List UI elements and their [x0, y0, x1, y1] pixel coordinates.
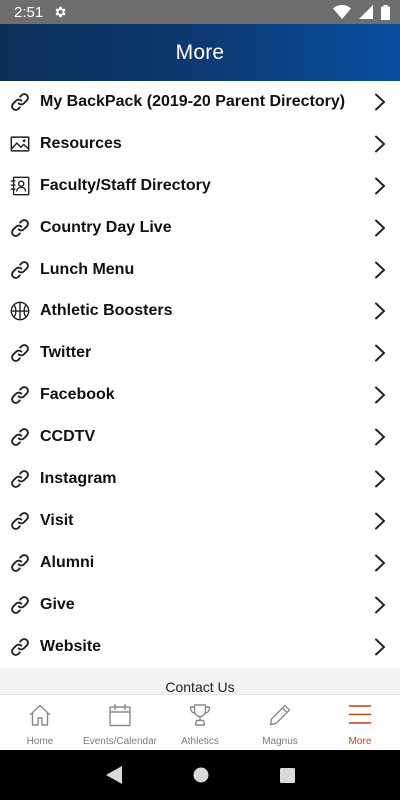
chevron-right-icon [374, 344, 386, 362]
link-icon [9, 636, 31, 658]
menu-item-label: Facebook [40, 386, 115, 404]
more-menu-list: My BackPack (2019-20 Parent Directory) Re… [0, 81, 400, 667]
app-header: More [0, 24, 400, 81]
status-bar: 2:51 [0, 0, 400, 24]
chevron-right-icon [374, 386, 386, 404]
menu-item-ccdtv[interactable]: CCDTV [0, 416, 400, 458]
tab-athletics[interactable]: Athletics [160, 695, 240, 750]
tab-events-calendar[interactable]: Events/Calendar [80, 695, 160, 750]
menu-item-label: Alumni [40, 553, 95, 571]
image-icon [9, 133, 31, 155]
link-icon [9, 426, 31, 448]
menu-item-athletic-boosters[interactable]: Athletic Boosters [0, 290, 400, 332]
tab-magnus[interactable]: Magnus [240, 695, 320, 750]
contact-us-bar[interactable]: Contact Us [0, 668, 400, 694]
menu-item-website[interactable]: Website [0, 626, 400, 668]
tab-label: Events/Calendar [83, 736, 157, 747]
menu-item-lunch-menu[interactable]: Lunch Menu [0, 249, 400, 291]
menu-item-twitter[interactable]: Twitter [0, 332, 400, 374]
wifi-icon [333, 5, 351, 19]
pencil-icon [267, 702, 293, 733]
menu-item-label: Visit [40, 511, 74, 529]
chevron-right-icon [374, 93, 386, 111]
system-nav-bar [0, 750, 400, 800]
home-nav-icon[interactable] [193, 767, 209, 783]
menu-item-label: Country Day Live [40, 218, 172, 236]
chevron-right-icon [374, 302, 386, 320]
menu-item-label: Faculty/Staff Directory [40, 176, 211, 194]
bottom-tab-bar: Home Events/Calendar Athletics Magnus More [0, 694, 400, 750]
tab-label: Magnus [262, 736, 298, 747]
contact-card-icon [9, 175, 31, 197]
cell-signal-icon [359, 5, 373, 19]
chevron-right-icon [374, 135, 386, 153]
chevron-right-icon [374, 470, 386, 488]
menu-item-label: My BackPack (2019-20 Parent Directory) [40, 92, 346, 110]
link-icon [9, 342, 31, 364]
tab-label: More [348, 736, 372, 747]
tab-label: Athletics [181, 736, 219, 747]
menu-item-label: Website [40, 637, 102, 655]
menu-item-resources[interactable]: Resources [0, 123, 400, 165]
chevron-right-icon [374, 596, 386, 614]
tab-label: Home [26, 736, 54, 747]
back-icon[interactable] [105, 766, 122, 784]
link-icon [9, 384, 31, 406]
menu-item-my-backpack-2019-20-parent-directory[interactable]: My BackPack (2019-20 Parent Directory) [0, 81, 400, 123]
menu-item-facebook[interactable]: Facebook [0, 374, 400, 416]
link-icon [9, 552, 31, 574]
link-icon [9, 217, 31, 239]
link-icon [9, 468, 31, 490]
status-time: 2:51 [14, 3, 44, 21]
menu-item-label: Give [40, 595, 75, 613]
menu-item-country-day-live[interactable]: Country Day Live [0, 207, 400, 249]
menu-item-faculty-staff-directory[interactable]: Faculty/Staff Directory [0, 165, 400, 207]
menu-item-label: Lunch Menu [40, 260, 135, 278]
settings-gear-icon [55, 6, 66, 18]
link-icon [9, 259, 31, 281]
menu-item-label: Twitter [40, 344, 92, 362]
chevron-right-icon [374, 219, 386, 237]
recents-icon[interactable] [279, 767, 295, 783]
menu-item-label: Resources [40, 134, 122, 152]
basketball-icon [9, 300, 31, 322]
page-title: More [175, 40, 225, 64]
menu-item-visit[interactable]: Visit [0, 500, 400, 542]
menu-item-label: Instagram [40, 469, 117, 487]
tab-more[interactable]: More [320, 695, 400, 750]
chevron-right-icon [374, 177, 386, 195]
link-icon [9, 91, 31, 113]
menu-item-label: CCDTV [40, 428, 96, 446]
menu-item-instagram[interactable]: Instagram [0, 458, 400, 500]
home-icon [27, 702, 53, 733]
contact-us-label: Contact Us [165, 679, 235, 694]
calendar-icon [107, 702, 133, 733]
chevron-right-icon [374, 428, 386, 446]
trophy-icon [187, 702, 213, 733]
tab-home[interactable]: Home [0, 695, 80, 750]
link-icon [9, 510, 31, 532]
menu-item-alumni[interactable]: Alumni [0, 542, 400, 584]
menu-item-give[interactable]: Give [0, 584, 400, 626]
chevron-right-icon [374, 261, 386, 279]
chevron-right-icon [374, 512, 386, 530]
menu-item-label: Athletic Boosters [40, 302, 173, 320]
hamburger-icon [347, 702, 373, 733]
link-icon [9, 594, 31, 616]
battery-icon [381, 4, 390, 20]
chevron-right-icon [374, 638, 386, 656]
chevron-right-icon [374, 554, 386, 572]
